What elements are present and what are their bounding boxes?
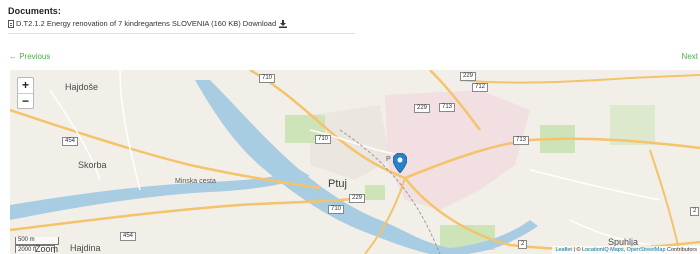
road-shield: 229 — [414, 104, 431, 113]
map[interactable]: Hajdoše Skorba Ptuj Spuhlja Hajdina Mins… — [10, 70, 700, 254]
documents-section: Documents: D.T2.1.2 Energy renovation of… — [8, 6, 358, 28]
attribution-separator: | © — [571, 247, 583, 253]
road-shield: 454 — [62, 137, 79, 146]
place-skorba: Skorba — [78, 160, 107, 170]
divider — [8, 33, 355, 34]
zoom-control: + − — [17, 77, 34, 109]
openstreetmap-link[interactable]: OpenStreetMap — [627, 247, 666, 253]
file-icon — [8, 19, 14, 28]
map-tiles — [10, 70, 700, 254]
attribution-tail: Contributors — [665, 247, 697, 253]
locationiq-link[interactable]: LocationIQ Maps — [582, 247, 624, 253]
zoom-out-button[interactable]: − — [18, 93, 33, 108]
road-shield: 454 — [120, 232, 137, 241]
place-hajdose: Hajdoše — [65, 82, 99, 92]
road-shield: 229 — [460, 72, 477, 81]
road-shield: 710 — [328, 205, 345, 214]
road-shield: 2 — [690, 207, 700, 216]
place-minska-cesta: Minska cesta — [175, 178, 216, 185]
download-icon[interactable] — [279, 19, 288, 28]
document-download-link[interactable]: D.T2.1.2 Energy renovation of 7 kindrega… — [16, 19, 276, 28]
next-link[interactable]: Next — [682, 52, 698, 61]
road-shield: 2 — [518, 240, 528, 249]
road-shield: 710 — [259, 74, 276, 83]
road-shield: 712 — [472, 83, 489, 92]
document-item: D.T2.1.2 Energy renovation of 7 kindrega… — [8, 19, 358, 28]
location-marker-icon[interactable] — [393, 153, 407, 173]
road-shield: 710 — [315, 135, 332, 144]
place-ptuj: Ptuj — [328, 178, 347, 190]
road-shield: 229 — [349, 194, 366, 203]
zoom-in-button[interactable]: + — [18, 78, 33, 93]
map-attribution: Leaflet | © LocationIQ Maps, OpenStreetM… — [552, 246, 700, 254]
leaflet-link[interactable]: Leaflet — [555, 247, 572, 253]
previous-link[interactable]: ← Previous — [9, 52, 50, 61]
road-shield: 713 — [513, 136, 530, 145]
place-hajdina: Hajdina — [70, 243, 101, 253]
road-shield: 713 — [439, 103, 456, 112]
zoom-level-label: Zoom — [35, 244, 59, 254]
documents-title: Documents: — [8, 6, 62, 16]
place-p: P — [386, 156, 391, 163]
